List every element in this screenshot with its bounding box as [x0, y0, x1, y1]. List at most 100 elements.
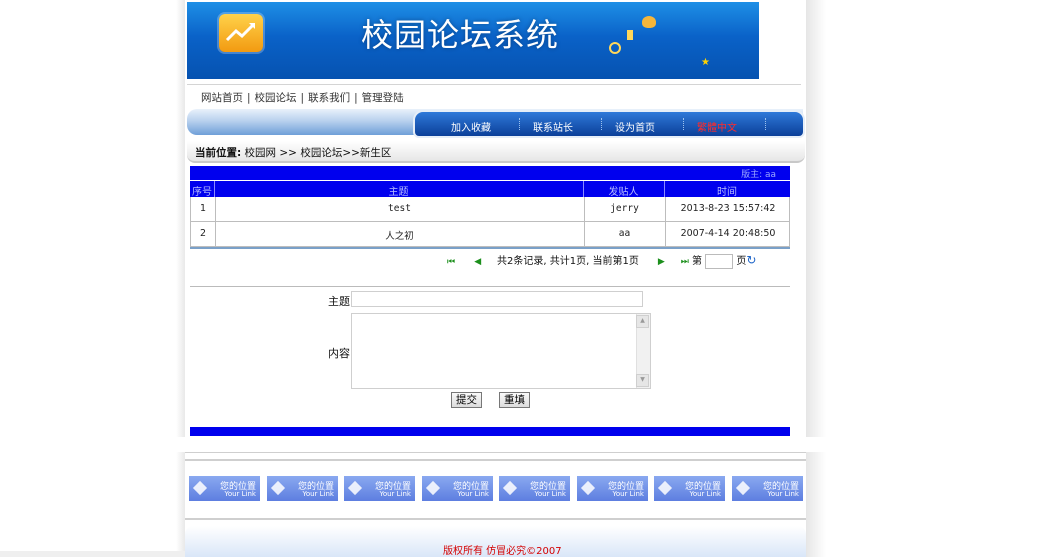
chart-logo-icon [219, 14, 263, 52]
table-top-bar: 版主: aa [190, 166, 790, 180]
row-author: aa [618, 228, 631, 239]
gem-icon [347, 480, 363, 496]
nav-bar: 加入收藏 联系站长 设为首页 繁體中文 [187, 109, 805, 138]
link-sub: Your Link [689, 490, 721, 498]
prev-page-icon[interactable]: ◀ [474, 257, 481, 267]
table-row[interactable]: 1 test jerry 2013-8-23 15:57:42 [190, 197, 790, 222]
bookmark-icon [627, 30, 633, 40]
tab-contact-admin[interactable]: 联系站长 [533, 119, 573, 134]
subject-input[interactable] [351, 291, 643, 307]
link-forum[interactable]: 校园论坛 [255, 92, 297, 104]
friend-link[interactable]: 您的位置 Your Link [732, 476, 803, 501]
gem-icon [425, 480, 441, 496]
separator: | [354, 92, 358, 104]
last-page-icon[interactable]: ⏭ [681, 257, 689, 267]
gap [0, 437, 1042, 452]
friend-link[interactable]: 您的位置 Your Link [189, 476, 260, 501]
gem-icon [657, 480, 673, 496]
goto-prefix: 第 [692, 256, 703, 267]
gem-icon [735, 480, 751, 496]
site-title: 校园论坛系统 [361, 16, 560, 54]
nav-tab-panel: 加入收藏 联系站长 设为首页 繁體中文 [413, 110, 805, 138]
footer: 版权所有 仿冒必究©2007 [185, 526, 806, 557]
topic-table: 版主: aa 序号 主题 发贴人 时间 1 test jerry 2013-8-… [190, 166, 790, 249]
go-refresh-icon[interactable]: ↻ [746, 253, 756, 267]
tab-traditional-chinese[interactable]: 繁體中文 [697, 119, 737, 134]
gem-icon [270, 480, 286, 496]
row-topic-link[interactable]: 人之初 [215, 228, 584, 242]
link-sub: Your Link [534, 490, 566, 498]
content-label: 内容 [328, 347, 350, 360]
submit-button[interactable]: 提交 [451, 392, 482, 408]
breadcrumb-text: 当前位置: 校园网 >> 校园论坛>>新生区 [195, 145, 391, 160]
tab-divider [601, 118, 603, 130]
link-contact[interactable]: 联系我们 [308, 92, 350, 104]
friend-link[interactable]: 您的位置 Your Link [267, 476, 338, 501]
copyright-text: 版权所有 仿冒必究©2007 [443, 546, 562, 557]
row-number: 2 [199, 228, 207, 239]
content-textarea[interactable]: ▲ ▼ [351, 313, 651, 389]
reset-button[interactable]: 重填 [499, 392, 530, 408]
link-sub: Your Link [767, 490, 799, 498]
tab-divider [519, 118, 521, 130]
goto-suffix: 页 [736, 256, 747, 267]
friend-link[interactable]: 您的位置 Your Link [499, 476, 570, 501]
row-time: 2013-8-23 15:57:42 [680, 203, 776, 214]
bottom-strip [0, 551, 185, 557]
star-icon: ★ [701, 57, 710, 68]
navigation: 网站首页 | 校园论坛 | 联系我们 | 管理登陆 加入收藏 联系站长 设为首页 繁體中文 [187, 85, 805, 138]
right-shadow [806, 0, 826, 557]
col-topic-header: 主题 [388, 187, 409, 198]
tab-divider [683, 118, 685, 130]
row-number: 1 [199, 203, 207, 214]
link-sub: Your Link [302, 490, 334, 498]
link-sub: Your Link [224, 490, 256, 498]
breadcrumb-path: 校园网 >> 校园论坛>>新生区 [244, 147, 392, 159]
gem-icon [192, 480, 208, 496]
banner-fine-print [283, 40, 373, 52]
col-time-header: 时间 [717, 187, 737, 198]
site-banner: 校园论坛系统 ★ [187, 2, 759, 79]
table-bottom-rule [190, 247, 790, 249]
table-header: 序号 主题 发贴人 时间 [190, 180, 790, 198]
separator: | [247, 92, 251, 104]
link-home[interactable]: 网站首页 [201, 92, 243, 104]
link-sub: Your Link [457, 490, 489, 498]
tab-divider [765, 118, 767, 130]
breadcrumb: 当前位置: 校园网 >> 校园论坛>>新生区 [187, 141, 805, 163]
pager-summary: 共2条记录, 共计1页, 当前第1页 [497, 256, 639, 267]
blue-bar [190, 427, 790, 436]
tab-add-favorite[interactable]: 加入收藏 [451, 119, 491, 134]
table-row[interactable]: 2 人之初 aa 2007-4-14 20:48:50 [190, 222, 790, 247]
row-topic-link[interactable]: test [215, 203, 584, 214]
next-page-icon[interactable]: ▶ [658, 257, 665, 267]
col-author-header: 发贴人 [608, 187, 639, 198]
page-number-input[interactable] [705, 253, 734, 269]
pagination: ⏮ ◀ 共2条记录, 共计1页, 当前第1页 ▶ ⏭ 第 页↻ [447, 252, 756, 269]
friend-link[interactable]: 您的位置 Your Link [654, 476, 725, 501]
row-author: jerry [610, 203, 639, 214]
friend-links: 您的位置 Your Link 您的位置 Your Link 您的位置 Your Lin… [189, 476, 807, 502]
ribbon-icon [609, 42, 621, 54]
divider [185, 518, 806, 520]
link-admin-login[interactable]: 管理登陆 [362, 92, 404, 104]
separator: | [300, 92, 305, 104]
friend-link[interactable]: 您的位置 Your Link [577, 476, 648, 501]
first-page-icon[interactable]: ⏮ [447, 257, 455, 267]
divider [185, 459, 806, 461]
moderator-label: 版主: aa [741, 170, 776, 180]
divider [190, 286, 790, 287]
scroll-down-icon[interactable]: ▼ [636, 374, 649, 387]
gem-icon [580, 480, 596, 496]
divider [185, 452, 806, 453]
tab-set-homepage[interactable]: 设为首页 [615, 119, 655, 134]
scroll-up-icon[interactable]: ▲ [636, 315, 649, 328]
friend-link[interactable]: 您的位置 Your Link [422, 476, 493, 501]
subject-label: 主题 [328, 295, 350, 308]
breadcrumb-label: 当前位置: [195, 147, 242, 159]
link-sub: Your Link [379, 490, 411, 498]
gem-icon [502, 480, 518, 496]
friend-link[interactable]: 您的位置 Your Link [344, 476, 415, 501]
top-links: 网站首页 | 校园论坛 | 联系我们 | 管理登陆 [201, 90, 404, 105]
page-container: 校园论坛系统 ★ 网站首页 | 校园论坛 | 联系我们 | 管理登陆 加入收藏 联系站长 设… [185, 0, 806, 557]
